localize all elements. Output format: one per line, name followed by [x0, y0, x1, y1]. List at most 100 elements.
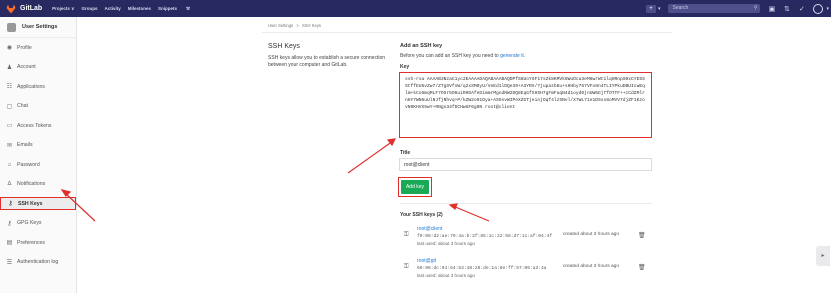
arrow-to-key-box — [347, 140, 394, 174]
sidebar-item-ssh-keys[interactable]: ⚷ SSH Keys — [0, 197, 76, 210]
brand-name: GitLab — [20, 5, 43, 12]
sidebar-item-label: Authentication log — [17, 259, 59, 265]
add-key-intro-text: Before you can add an SSH key you need t… — [400, 53, 499, 59]
settings-sidebar: User Settings ◉ Profile ♟ Account ☷ Applicati… — [0, 17, 77, 293]
key-icon: ⚿ — [404, 264, 409, 270]
sidebar-item-label: Chat — [17, 103, 28, 109]
sidebar-title: User Settings — [22, 24, 58, 30]
sidebar-item-label: Notifications — [17, 181, 46, 187]
sidebar-item-label: Preferences — [17, 239, 45, 246]
top-navbar: GitLab Projects ∨ Groups Activity Milest… — [0, 0, 831, 17]
key-title-link[interactable]: root@git — [417, 258, 436, 264]
topbar-right: + ▾ Search ⚲ ▣ ⇅ ✓ ▾ — [645, 0, 831, 17]
sidebar-item-label: Profile — [17, 44, 32, 51]
key-label: Key — [400, 64, 410, 70]
arrow-to-add-button — [452, 205, 490, 222]
add-key-intro: Before you can add an SSH key you need t… — [400, 53, 525, 59]
avatar-chevron-icon[interactable]: ▾ — [826, 6, 829, 12]
sidebar-item-notifications[interactable]: ∆ Notifications — [0, 178, 76, 191]
help-tab[interactable]: ▸ — [816, 246, 830, 266]
nav-milestones[interactable]: Milestones — [128, 6, 151, 11]
section-divider — [400, 203, 652, 204]
sidebar-item-preferences[interactable]: ▤ Preferences — [0, 236, 76, 249]
admin-wrench-icon[interactable]: ⚒ — [186, 6, 190, 12]
sidebar-item-label: SSH Keys — [18, 200, 43, 207]
main-nav: Projects ∨ Groups Activity Milestones Sn… — [52, 6, 197, 12]
add-key-heading: Add an SSH key — [400, 43, 443, 49]
search-placeholder: Search — [672, 5, 689, 11]
gpg-key-icon: ⚷ — [7, 220, 12, 227]
search-icon: ⚲ — [753, 5, 758, 11]
new-plus-icon[interactable]: + — [645, 4, 656, 13]
breadcrumb-parent[interactable]: User Settings — [268, 23, 293, 28]
sidebar-item-label: Applications — [17, 83, 45, 90]
sidebar-item-chat[interactable]: ▢ Chat — [0, 100, 76, 113]
key-created: created about 3 hours ago — [563, 232, 620, 237]
key-created: created about 3 hours ago — [563, 264, 620, 269]
delete-trash-icon[interactable]: 🗑 — [638, 232, 646, 239]
chevron-down-icon[interactable]: ▾ — [658, 6, 661, 12]
breadcrumb-separator: > — [296, 23, 299, 28]
arrow-head — [448, 203, 458, 210]
account-icon: ♟ — [6, 64, 13, 71]
page-title: SSH Keys — [268, 43, 300, 50]
nav-groups[interactable]: Groups — [81, 6, 97, 11]
sidebar-item-label: Access Tokens — [17, 122, 52, 129]
key-last-used: last used: about 3 hours ago — [417, 273, 475, 278]
sidebar-item-label: Account — [17, 64, 36, 70]
key-fingerprint: f9:08:d2:ae:79:4a:b:2f:85:1c:22:56:d7:11… — [417, 234, 553, 239]
key-last-used: last used: about 3 hours ago — [417, 241, 475, 246]
breadcrumb-current: SSH Keys — [301, 23, 322, 28]
sidebar-item-label: GPG Keys — [17, 220, 42, 226]
issues-icon[interactable]: ▣ — [768, 5, 776, 13]
merge-requests-icon[interactable]: ⇅ — [783, 5, 790, 13]
sidebar-item-label: Emails — [17, 142, 33, 148]
add-key-button-highlight: Add key — [398, 177, 432, 197]
arrow-head — [386, 138, 397, 147]
title-label: Title — [400, 150, 411, 156]
sidebar-item-label: Password — [17, 161, 40, 168]
header-divider — [262, 32, 672, 33]
sidebar-item-emails[interactable]: ✉ Emails — [0, 139, 76, 152]
chat-icon: ▢ — [6, 103, 13, 110]
key-fingerprint: 69:96:dc:01:64:53:48:26:de:1a:8e:ff:57:0… — [417, 266, 547, 271]
token-icon: ▭ — [6, 123, 13, 129]
sidebar-item-profile[interactable]: ◉ Profile — [0, 41, 76, 54]
nav-projects[interactable]: Projects ∨ — [52, 6, 74, 12]
sidebar-item-password[interactable]: ⌂ Password — [0, 158, 76, 171]
sidebar-avatar — [7, 22, 16, 32]
delete-trash-icon[interactable]: 🗑 — [638, 264, 646, 271]
nav-snippets[interactable]: Snippets — [158, 6, 177, 11]
bell-icon: ∆ — [7, 181, 12, 187]
gitlab-logo-icon — [6, 4, 16, 13]
page-description: SSH keys allow you to establish a secure… — [268, 55, 386, 68]
title-input[interactable]: root@client — [399, 158, 652, 171]
key-textarea[interactable]: ssh-rsa AAAAB3NzaC1yc2EAAAADAQABAAABAQDP… — [399, 72, 652, 138]
key-row: ⚿ root@git 69:96:dc:01:64:53:48:26:de:1a… — [400, 258, 652, 286]
preferences-icon: ▤ — [6, 240, 13, 246]
email-icon: ✉ — [6, 142, 13, 149]
key-icon: ⚷ — [8, 201, 13, 207]
sidebar-item-authentication-log[interactable]: ☰ Authentication log — [0, 256, 76, 269]
nav-activity[interactable]: Activity — [105, 6, 121, 11]
add-key-button[interactable]: Add key — [401, 180, 429, 194]
gitlab-logo[interactable]: GitLab — [6, 4, 52, 14]
todos-icon[interactable]: ✓ — [798, 5, 805, 13]
sidebar-header[interactable]: User Settings — [0, 17, 76, 38]
user-avatar[interactable] — [813, 3, 824, 14]
generate-key-link[interactable]: generate it. — [500, 53, 525, 59]
sidebar-item-gpg-keys[interactable]: ⚷ GPG Keys — [0, 217, 76, 230]
sidebar-item-applications[interactable]: ☷ Applications — [0, 80, 76, 93]
lock-icon: ⌂ — [7, 161, 12, 168]
search-input[interactable]: Search ⚲ — [668, 4, 761, 13]
applications-icon: ☷ — [6, 84, 13, 90]
log-icon: ☰ — [6, 259, 13, 266]
breadcrumb: User Settings > SSH Keys — [268, 23, 321, 28]
your-keys-heading: Your SSH keys (2) — [400, 212, 443, 218]
sidebar-item-access-tokens[interactable]: ▭ Access Tokens — [0, 119, 76, 132]
key-row: ⚿ root@client f9:08:d2:ae:79:4a:b:2f:85:… — [400, 226, 652, 254]
key-icon: ⚿ — [404, 232, 409, 238]
profile-icon: ◉ — [6, 45, 13, 51]
sidebar-item-account[interactable]: ♟ Account — [0, 61, 76, 74]
key-title-link[interactable]: root@client — [417, 226, 442, 232]
